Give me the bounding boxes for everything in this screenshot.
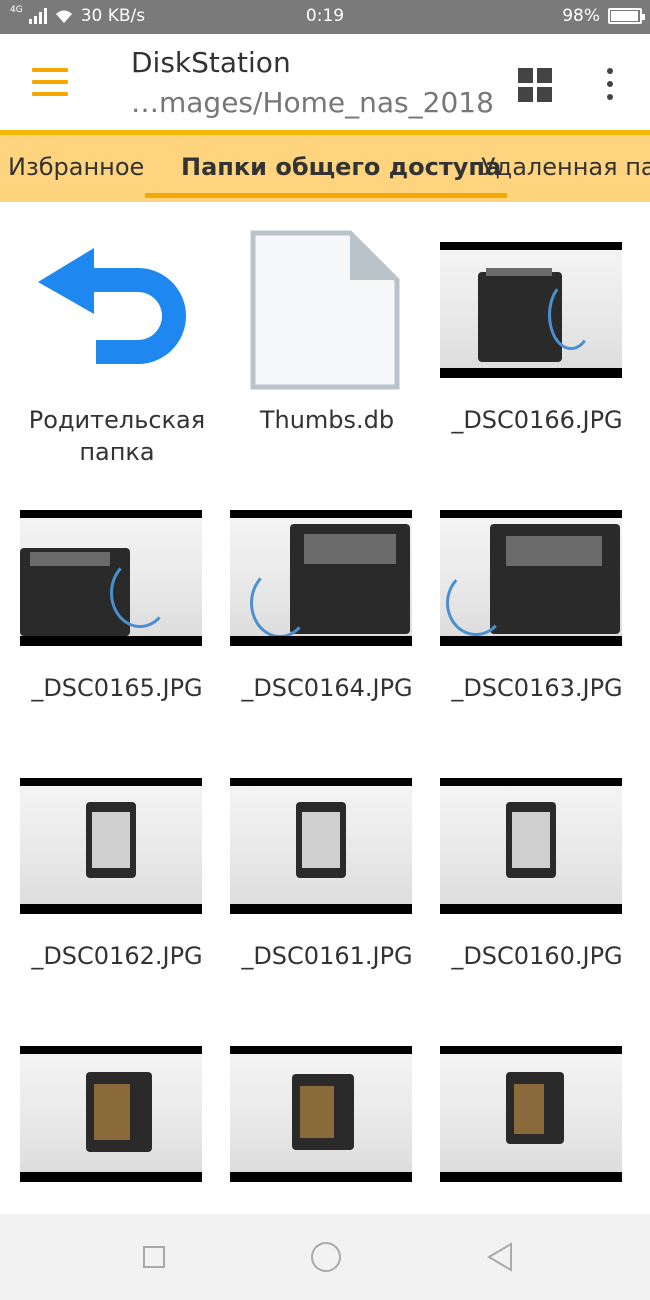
hamburger-menu-icon[interactable] <box>32 68 68 96</box>
clock: 0:19 <box>305 6 345 26</box>
file-item-image[interactable]: _DSC0160.JPG <box>432 738 642 1006</box>
status-right: 98% <box>562 6 645 26</box>
image-thumbnail <box>230 510 412 646</box>
file-name: _DSC0163.JPG <box>451 674 623 702</box>
active-tab-indicator <box>145 193 507 198</box>
file-item-image[interactable]: _DSC0161.JPG <box>222 738 432 1006</box>
battery-percent: 98% <box>562 6 600 26</box>
image-thumbnail <box>20 1046 202 1182</box>
tab-shared-folders[interactable]: Папки общего доступа <box>181 153 501 181</box>
file-item-image[interactable]: _DSC0162.JPG <box>12 738 222 1006</box>
battery-icon <box>608 8 645 24</box>
file-item-image[interactable] <box>432 1006 642 1214</box>
file-grid: Родительская папка Thumbs.db _DSC0166.JP… <box>0 202 650 1214</box>
image-thumbnail <box>230 778 412 914</box>
file-item-parent[interactable]: Родительская папка <box>12 202 222 470</box>
grid-view-icon[interactable] <box>518 68 552 102</box>
file-item-image[interactable]: _DSC0163.JPG <box>432 470 642 738</box>
file-name: _DSC0165.JPG <box>31 674 203 702</box>
tab-remote[interactable]: Удаленная па <box>481 153 650 181</box>
file-name: _DSC0164.JPG <box>241 674 413 702</box>
image-thumbnail <box>440 1046 622 1182</box>
image-thumbnail <box>440 510 622 646</box>
image-thumbnail <box>440 242 622 378</box>
app-bar: DiskStation …mages/Home_nas_2018 <box>0 34 650 130</box>
file-name: Thumbs.db <box>259 406 395 434</box>
app-title: DiskStation <box>131 46 291 79</box>
system-nav-bar <box>0 1214 650 1300</box>
image-thumbnail <box>20 510 202 646</box>
file-item-image[interactable]: _DSC0166.JPG <box>432 202 642 470</box>
file-item-image[interactable]: _DSC0164.JPG <box>222 470 432 738</box>
more-vert-icon[interactable] <box>600 66 620 102</box>
image-thumbnail <box>230 1046 412 1182</box>
image-thumbnail <box>440 778 622 914</box>
file-item-image[interactable] <box>12 1006 222 1214</box>
file-item-thumbs-db[interactable]: Thumbs.db <box>222 202 432 470</box>
tab-bar: Избранное Папки общего доступа Удаленная… <box>0 130 650 202</box>
file-item-image[interactable]: _DSC0165.JPG <box>12 470 222 738</box>
tab-favorites[interactable]: Избранное <box>8 153 144 181</box>
file-name: Родительская папка <box>28 406 206 466</box>
triangle-back-icon[interactable] <box>486 1242 514 1272</box>
status-bar: 4G 30 KB/s 0:19 98% <box>0 0 650 34</box>
file-name: _DSC0166.JPG <box>451 406 623 434</box>
square-recent-icon[interactable] <box>143 1246 165 1268</box>
file-name: _DSC0162.JPG <box>31 942 203 970</box>
parent-folder-arrow-icon <box>38 248 186 364</box>
image-thumbnail <box>20 778 202 914</box>
file-name: _DSC0160.JPG <box>451 942 623 970</box>
current-path: …mages/Home_nas_2018 <box>131 86 494 119</box>
generic-file-icon <box>250 230 400 390</box>
circle-home-icon[interactable] <box>311 1242 341 1272</box>
file-item-image[interactable] <box>222 1006 432 1214</box>
file-name: _DSC0161.JPG <box>241 942 413 970</box>
battery-fill <box>611 11 639 21</box>
